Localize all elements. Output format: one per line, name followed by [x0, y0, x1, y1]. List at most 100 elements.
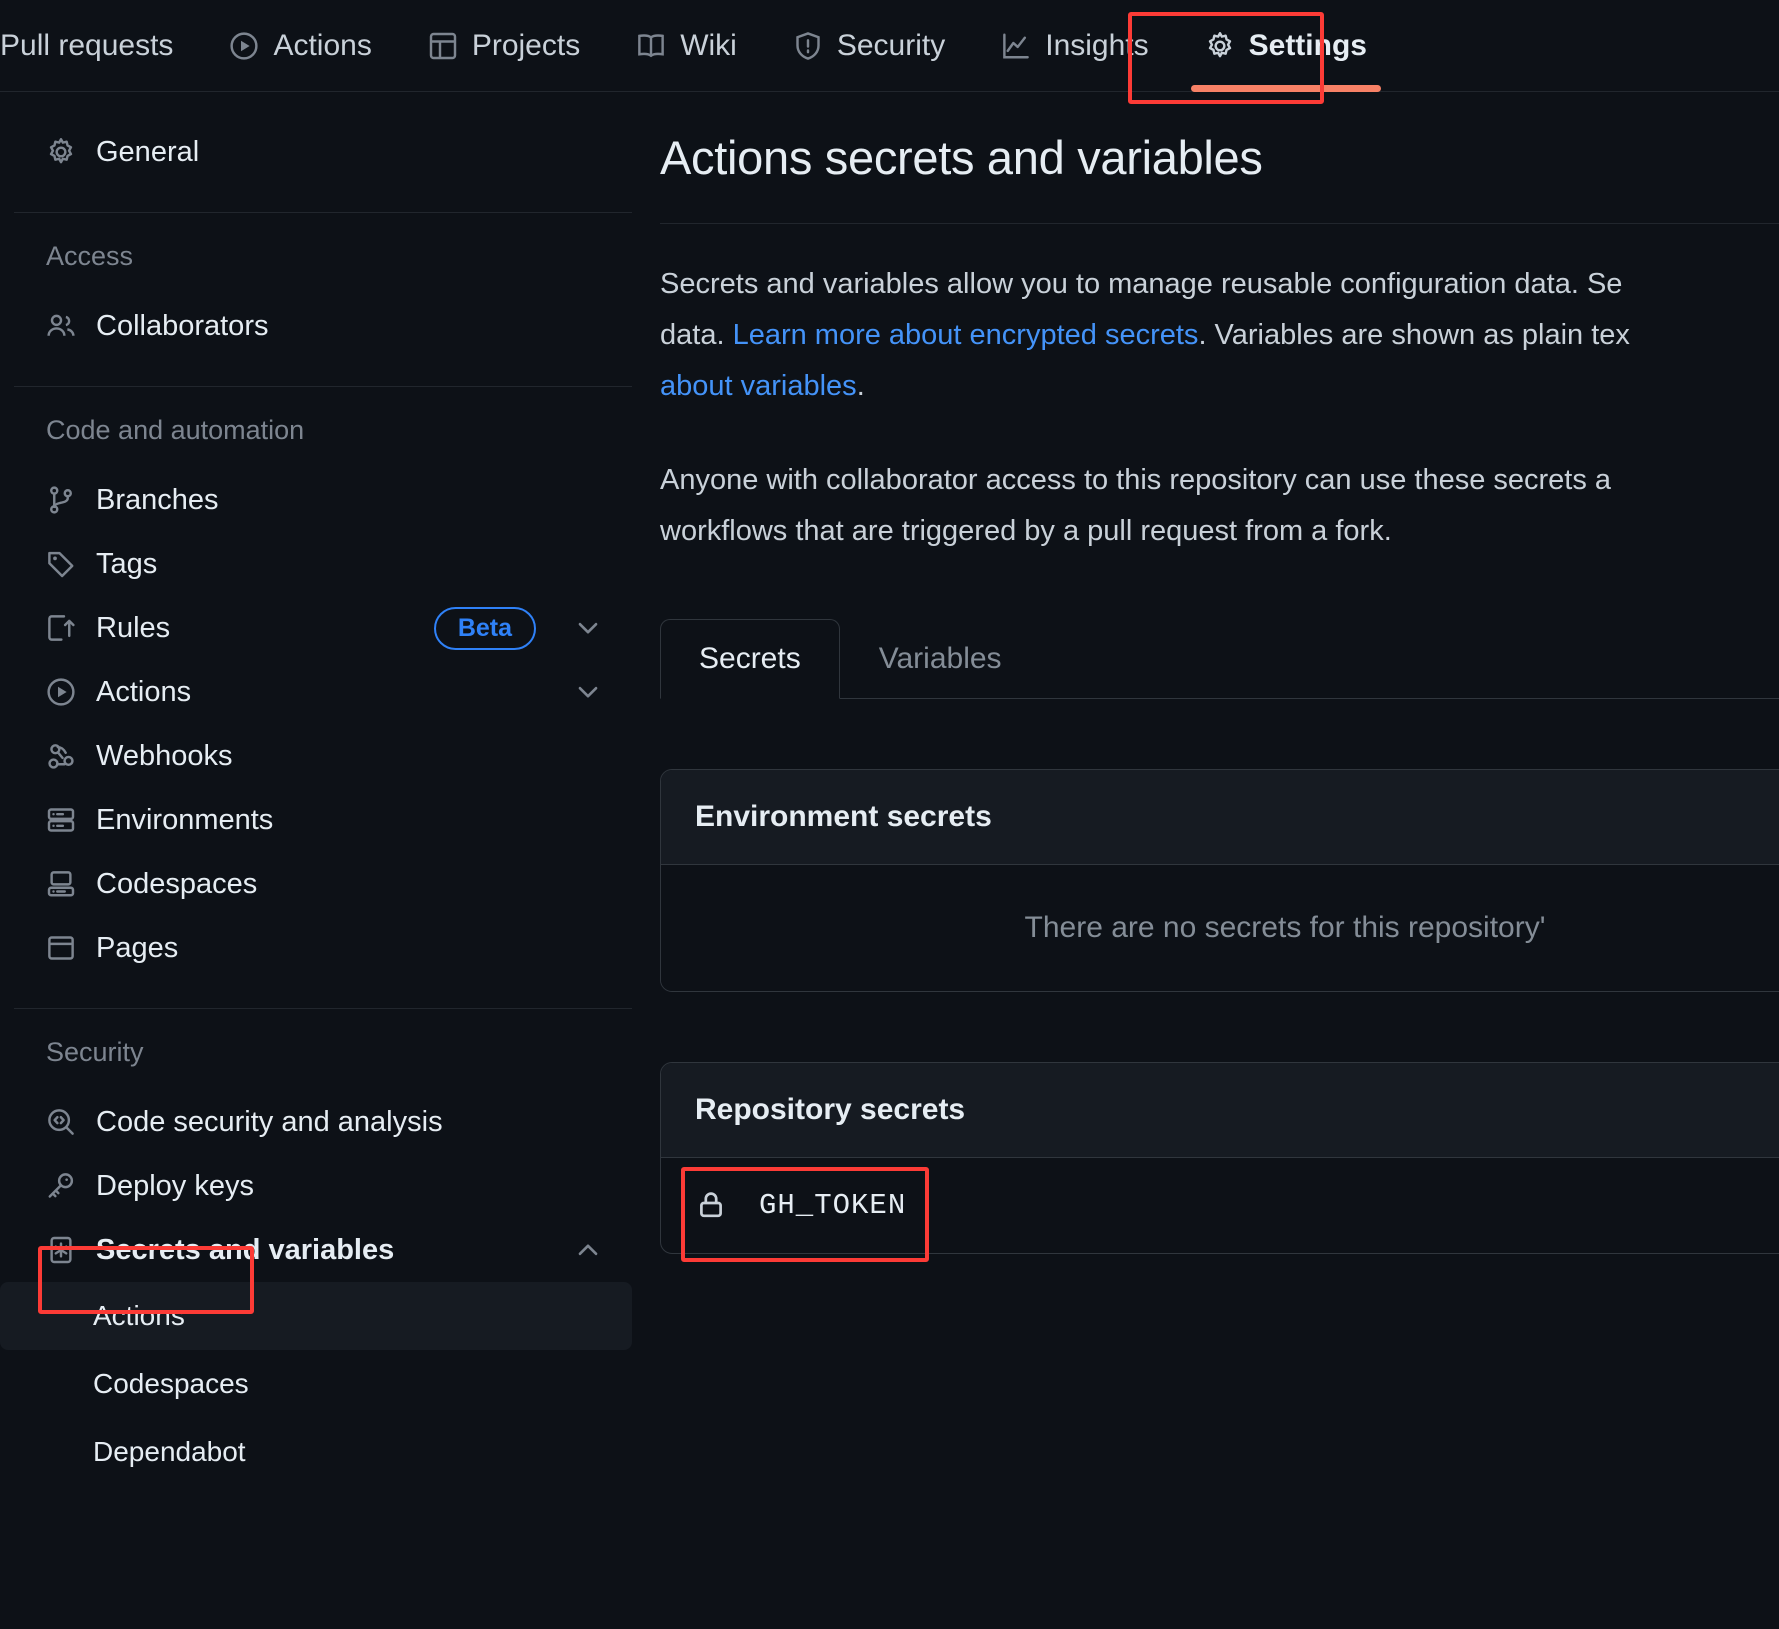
sidebar-item-label: Code security and analysis — [96, 1105, 443, 1138]
sidebar-item-label: Pages — [96, 931, 179, 964]
sidebar-subitem-label: Actions — [93, 1300, 185, 1331]
sidebar-subitem-label: Dependabot — [93, 1436, 246, 1467]
sidebar-item-rules[interactable]: Rules Beta — [0, 596, 632, 660]
sidebar-item-label: Deploy keys — [96, 1169, 254, 1202]
rules-icon — [46, 613, 76, 643]
tab-secrets[interactable]: Secrets — [660, 618, 840, 699]
nav-item-actions[interactable]: Actions — [201, 0, 399, 92]
sidebar-item-general[interactable]: General — [0, 120, 632, 184]
title-divider — [660, 223, 1779, 224]
play-icon — [229, 31, 259, 61]
asterisk-icon — [46, 1235, 76, 1265]
gear-icon — [46, 137, 76, 167]
sidebar-item-webhooks[interactable]: Webhooks — [0, 724, 632, 788]
chevron-down-icon[interactable] — [574, 614, 602, 642]
learn-more-encrypted-secrets-link[interactable]: Learn more about encrypted secrets — [733, 319, 1199, 351]
nav-item-label: Projects — [471, 28, 581, 62]
sidebar-item-pages[interactable]: Pages — [0, 916, 632, 980]
sidebar-item-label: Collaborators — [96, 309, 269, 342]
sidebar-item-label: Actions — [96, 675, 192, 708]
key-icon — [46, 1171, 76, 1201]
sidebar-divider — [14, 1008, 632, 1009]
intro-text-4: . — [856, 370, 865, 403]
play-icon — [46, 677, 76, 707]
tab-label: Secrets — [699, 641, 801, 675]
sidebar-subitem-dependabot[interactable]: Dependabot — [0, 1418, 632, 1486]
shield-icon — [793, 31, 823, 61]
main-content: Actions secrets and variables Secrets an… — [660, 92, 1779, 1628]
sidebar-item-tags[interactable]: Tags — [0, 532, 632, 596]
tab-variables[interactable]: Variables — [840, 619, 1041, 699]
webhook-icon — [46, 741, 76, 771]
nav-item-wiki[interactable]: Wiki — [608, 0, 765, 92]
sidebar-item-label: Branches — [96, 483, 219, 516]
page-body: General Access Collaborators Code and au… — [0, 92, 1779, 1628]
sidebar-subitem-codespaces[interactable]: Codespaces — [0, 1350, 632, 1418]
environment-secrets-body: There are no secrets for this repository… — [661, 864, 1779, 991]
sidebar-section-title-security: Security — [46, 1037, 144, 1067]
sidebar-item-label: Rules — [96, 611, 171, 644]
nav-item-projects[interactable]: Projects — [400, 0, 608, 92]
sidebar-item-deploy-keys[interactable]: Deploy keys — [0, 1154, 632, 1218]
nav-item-label: Actions — [273, 28, 372, 62]
graph-icon — [1001, 31, 1031, 61]
nav-item-label: Settings — [1248, 28, 1367, 62]
sidebar-item-label: Environments — [96, 803, 274, 836]
sidebar-divider — [14, 212, 632, 213]
sidebar-item-label: Tags — [96, 547, 158, 580]
sidebar-item-label: Codespaces — [96, 867, 258, 900]
chevron-up-icon[interactable] — [574, 1236, 602, 1264]
nav-item-pull-requests[interactable]: Pull requests — [0, 0, 201, 92]
sidebar-subitem-actions[interactable]: Actions — [0, 1282, 632, 1350]
collaborator-text-1: Anyone with collaborator access to this … — [660, 463, 1612, 496]
repo-nav: Pull requests Actions Projects Wiki Secu… — [0, 0, 1779, 104]
intro-paragraph-line3: about variables. — [660, 366, 1779, 407]
sidebar-item-code-security-and-analysis[interactable]: Code security and analysis — [0, 1090, 632, 1154]
nav-item-settings[interactable]: Settings — [1177, 0, 1395, 92]
git-branch-icon — [46, 485, 76, 515]
chevron-down-icon[interactable] — [574, 678, 602, 706]
intro-paragraph-line2: data. Learn more about encrypted secrets… — [660, 315, 1779, 356]
intro-text-1: Secrets and variables allow you to manag… — [660, 268, 1623, 300]
sidebar-divider — [14, 386, 632, 387]
nav-item-security[interactable]: Security — [765, 0, 973, 92]
repository-secrets-header: Repository secrets — [661, 1062, 1779, 1158]
collaborator-paragraph-line1: Anyone with collaborator access to this … — [660, 460, 1779, 501]
intro-text-3: . Variables are shown as plain tex — [1198, 319, 1630, 352]
people-icon — [46, 311, 76, 341]
sidebar-item-secrets-and-variables[interactable]: Secrets and variables — [0, 1218, 632, 1282]
book-icon — [636, 31, 666, 61]
repository-secrets-panel: Repository secrets GH_TOKEN — [660, 1061, 1779, 1254]
intro-text-2: data. — [660, 319, 725, 352]
sidebar-item-label: Webhooks — [96, 739, 233, 772]
sidebar-item-actions[interactable]: Actions — [0, 660, 632, 724]
tag-icon — [46, 549, 76, 579]
collaborator-text-2: workflows that are triggered by a pull r… — [660, 514, 1392, 547]
collaborator-paragraph-line2: workflows that are triggered by a pull r… — [660, 511, 1779, 552]
sidebar-item-branches[interactable]: Branches — [0, 468, 632, 532]
secrets-variables-tablist: Secrets Variables — [660, 618, 1779, 699]
browser-icon — [46, 933, 76, 963]
nav-item-insights[interactable]: Insights — [973, 0, 1176, 92]
lock-icon — [695, 1189, 727, 1221]
environment-secrets-empty-text: There are no secrets for this repository… — [1024, 910, 1546, 944]
sidebar-item-codespaces[interactable]: Codespaces — [0, 852, 632, 916]
server-icon — [46, 805, 76, 835]
sidebar-subitem-label: Codespaces — [93, 1368, 249, 1399]
nav-item-label: Insights — [1045, 28, 1149, 62]
sidebar-item-label: General — [96, 135, 200, 168]
learn-more-variables-link[interactable]: about variables — [660, 370, 857, 402]
nav-item-label: Wiki — [680, 28, 737, 62]
sidebar-item-environments[interactable]: Environments — [0, 788, 632, 852]
intro-paragraph-line1: Secrets and variables allow you to manag… — [660, 264, 1779, 305]
table-icon — [428, 31, 458, 61]
sidebar-item-collaborators[interactable]: Collaborators — [0, 294, 632, 358]
repository-secret-row[interactable]: GH_TOKEN — [661, 1158, 1779, 1253]
sidebar-section-title-code-and-automation: Code and automation — [46, 415, 305, 445]
settings-sidebar: General Access Collaborators Code and au… — [0, 92, 660, 1628]
nav-item-label: Pull requests — [0, 28, 174, 62]
environment-secrets-panel: Environment secrets There are no secrets… — [660, 768, 1779, 992]
codescan-icon — [46, 1107, 76, 1137]
sidebar-item-label: Secrets and variables — [96, 1233, 395, 1266]
secret-name: GH_TOKEN — [759, 1188, 907, 1222]
